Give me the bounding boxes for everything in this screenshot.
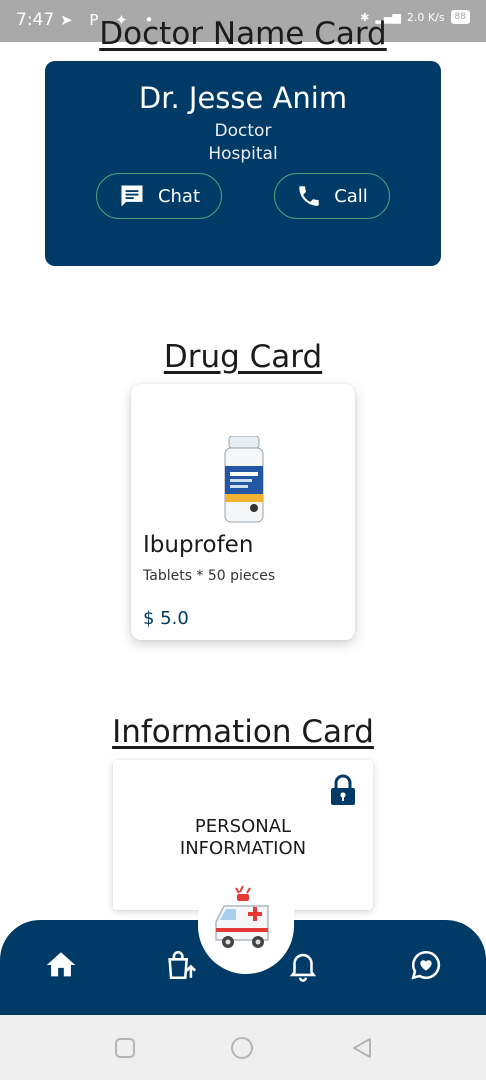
chat-icon	[121, 185, 143, 207]
info-section-title: Information Card	[112, 714, 374, 750]
doctor-card[interactable]: Dr. Jesse Anim Doctor Hospital Chat Call	[45, 61, 441, 266]
drug-description: Tablets * 50 pieces	[143, 568, 276, 584]
bell-icon[interactable]	[286, 948, 320, 982]
ambulance-icon[interactable]	[210, 882, 276, 952]
home-icon[interactable]	[44, 948, 78, 982]
system-navigation-bar	[0, 1015, 486, 1080]
chat-button[interactable]: Chat	[96, 173, 222, 219]
drug-card[interactable]: Ibuprofen Tablets * 50 pieces $ 5.0	[131, 384, 355, 640]
drug-price: $ 5.0	[143, 608, 189, 629]
chat-label: Chat	[157, 185, 201, 207]
doctor-workplace: Hospital	[208, 144, 278, 164]
doctor-section-title: Doctor Name Card	[99, 16, 387, 52]
medicine-bottle-image	[224, 436, 264, 523]
call-label: Call	[334, 185, 368, 207]
info-line-1: PERSONAL	[194, 816, 292, 837]
back-button[interactable]	[350, 1036, 374, 1060]
info-card-text: PERSONAL INFORMATION	[113, 816, 373, 860]
chat-heart-icon[interactable]	[409, 948, 443, 982]
home-button[interactable]	[230, 1036, 254, 1060]
drug-section-title: Drug Card	[163, 339, 323, 375]
doctor-role: Doctor	[214, 121, 272, 141]
lock-icon	[331, 774, 355, 805]
info-line-2: INFORMATION	[179, 838, 307, 859]
call-button[interactable]: Call	[274, 173, 390, 219]
doctor-name: Dr. Jesse Anim	[138, 81, 348, 115]
shopping-bag-upload-icon[interactable]	[164, 948, 198, 982]
phone-icon	[299, 186, 319, 206]
recent-apps-button[interactable]	[114, 1037, 136, 1059]
drug-name: Ibuprofen	[143, 532, 254, 558]
